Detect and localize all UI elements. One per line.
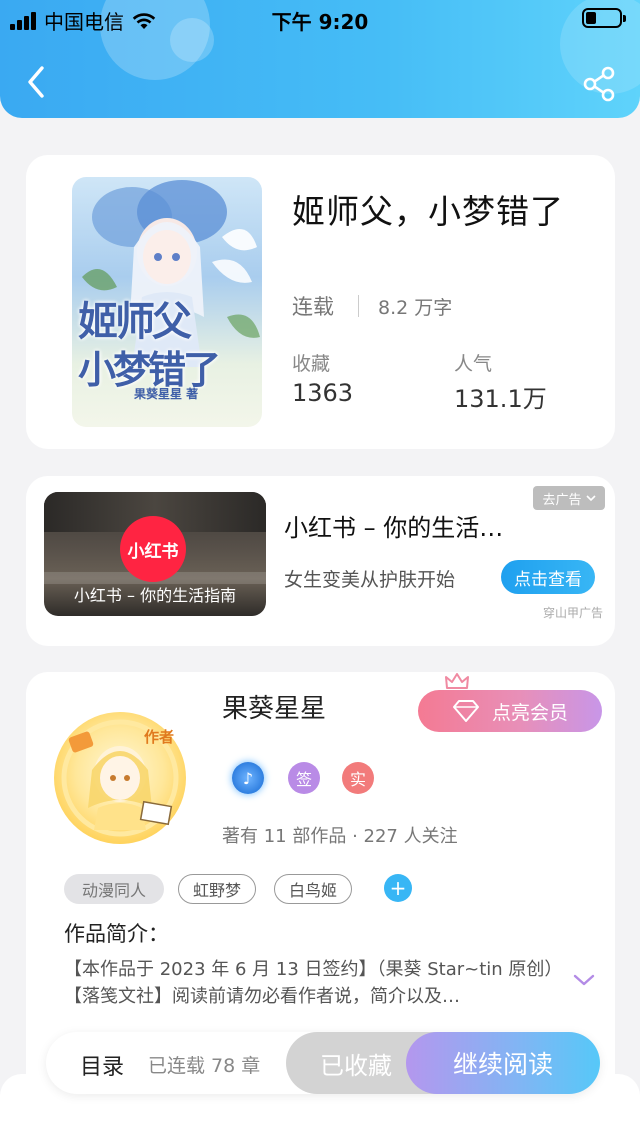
add-tag-button[interactable]: + [384, 874, 412, 902]
chevron-down-icon [585, 495, 596, 502]
battery-icon [582, 8, 626, 28]
bottom-action-bar: 目录 已连载 78 章 已收藏 继续阅读 [46, 1032, 600, 1094]
ad-card[interactable]: 小红书 小红书 – 你的生活指南 小红书 – 你的生活… 女生变美从护肤开始 点… [26, 476, 615, 646]
back-chevron-icon[interactable] [20, 62, 52, 102]
favorites-value: 1363 [292, 379, 354, 407]
intro-label: 作品简介： [64, 922, 169, 946]
tag-nijino-yume[interactable]: 虹野梦 [178, 874, 256, 904]
cover-author: 果葵星星 著 [134, 387, 199, 401]
intro-text[interactable]: 【本作品于 2023 年 6 月 13 日签约】（果葵 Star~tin 原创）… [64, 956, 554, 1010]
divider [358, 295, 359, 317]
book-title: 姬师父，小梦错了 [292, 192, 564, 231]
status-bar: 中国电信 下午 9:20 [0, 0, 640, 36]
diamond-icon [452, 700, 479, 722]
popularity-label: 人气 [454, 353, 493, 375]
cover-title: 姬师父 小梦错了 [78, 289, 221, 394]
ad-description: 女生变美从护肤开始 [284, 569, 456, 591]
status-time: 下午 9:20 [271, 10, 369, 34]
header-bar: 中国电信 下午 9:20 [0, 0, 640, 118]
ad-image[interactable]: 小红书 小红书 – 你的生活指南 [44, 492, 266, 616]
author-stats: 著有 11 部作品 · 227 人关注 [222, 826, 458, 847]
popularity-value: 131.1万 [454, 385, 547, 413]
book-word-count: 8.2 万字 [378, 297, 453, 319]
signed-badge: 签 [288, 762, 320, 794]
book-info-card: 姬师父 小梦错了 果葵星星 著 姬师父，小梦错了 连载 8.2 万字 收藏 13… [26, 155, 615, 449]
tag-anime-fan[interactable]: 动漫同人 [64, 874, 164, 904]
tag-shiratori-hime[interactable]: 白鸟姬 [274, 874, 352, 904]
favorites-label: 收藏 [292, 353, 331, 375]
verified-badge: 实 [342, 762, 374, 794]
ad-title[interactable]: 小红书 – 你的生活… [284, 508, 503, 543]
xiaohongshu-logo: 小红书 [120, 516, 186, 582]
avatar-author-tag: 作者 [144, 728, 175, 746]
vip-button-label: 点亮会员 [491, 701, 568, 724]
book-cover-image[interactable]: 姬师父 小梦错了 果葵星星 著 [72, 177, 262, 427]
chevron-down-icon[interactable] [572, 972, 596, 988]
chapter-count: 已连载 78 章 [148, 1055, 261, 1077]
author-name[interactable]: 果葵星星 [222, 688, 326, 725]
remove-ad-button[interactable]: 去广告 [533, 486, 605, 510]
activate-vip-button[interactable]: 点亮会员 [418, 690, 602, 732]
book-status: 连载 [292, 295, 334, 319]
remove-ad-label: 去广告 [542, 492, 582, 508]
music-note-icon: ♪ [232, 762, 264, 794]
crown-icon [445, 673, 469, 689]
continue-reading-button[interactable]: 继续阅读 [406, 1032, 600, 1094]
ad-source-label: 穿山甲广告 [542, 606, 603, 620]
author-avatar[interactable]: 作者 [54, 712, 186, 844]
ad-image-caption: 小红书 – 你的生活指南 [73, 586, 237, 605]
toc-button[interactable]: 目录 [80, 1049, 124, 1081]
ad-view-button[interactable]: 点击查看 [501, 560, 595, 594]
share-icon[interactable] [580, 64, 620, 104]
